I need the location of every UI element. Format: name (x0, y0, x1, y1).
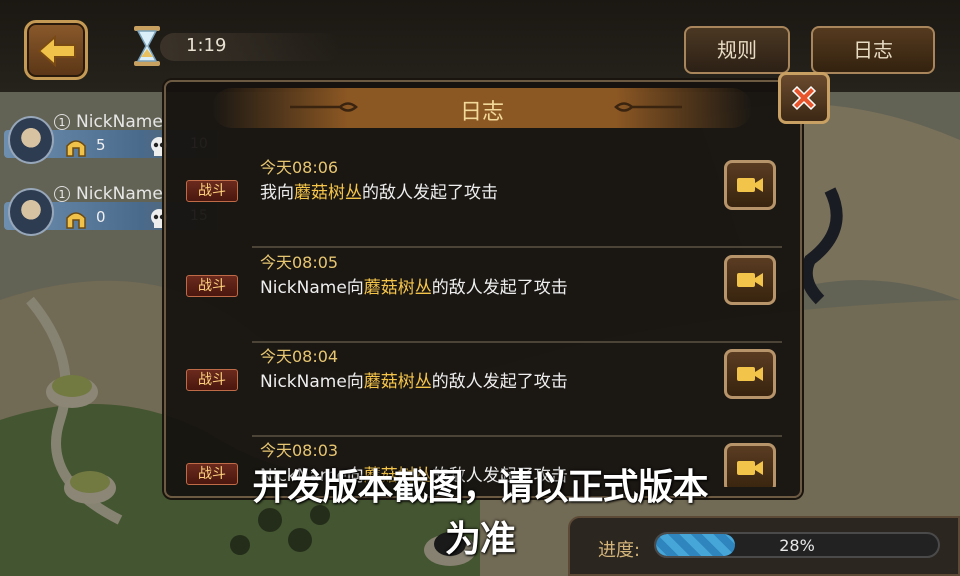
player-name: NickName (76, 184, 163, 204)
message-actor: NickName向 (260, 372, 364, 392)
player-stat-value: 5 (96, 136, 106, 154)
video-camera-icon (737, 273, 763, 287)
log-entry-message: 我向蘑菇树丛的敌人发起了攻击 (260, 178, 498, 203)
replay-button[interactable] (724, 349, 776, 399)
log-entry-message: NickName向蘑菇树丛的敌人发起了攻击 (260, 273, 568, 298)
player-name: NickName (76, 112, 163, 132)
message-action: 的敌人发起了攻击 (362, 183, 498, 203)
log-entry: 今天08:05 战斗 NickName向蘑菇树丛的敌人发起了攻击 (180, 249, 782, 343)
log-entry-time: 今天08:04 (260, 347, 339, 366)
log-button[interactable]: 日志 (811, 26, 935, 74)
message-actor: NickName向 (260, 278, 364, 298)
log-entry-message: NickName向蘑菇树丛的敌人发起了攻击 (260, 367, 568, 392)
log-entry: 今天08:04 战斗 NickName向蘑菇树丛的敌人发起了攻击 (180, 343, 782, 437)
video-camera-icon (737, 178, 763, 192)
back-arrow-icon (37, 34, 76, 68)
timer-text: 1:19 (186, 35, 227, 56)
player-stat-value: 0 (96, 208, 106, 226)
battle-tag: 战斗 (186, 180, 238, 202)
video-camera-icon (737, 461, 763, 475)
replay-button[interactable] (724, 443, 776, 487)
rules-button[interactable]: 规则 (684, 26, 790, 74)
dialog-title: 日志 (459, 100, 504, 125)
close-icon (791, 85, 817, 111)
message-actor: 我向 (260, 183, 294, 203)
player-level-badge: 1 (54, 186, 70, 202)
message-place: 蘑菇树丛 (363, 372, 432, 392)
log-entry-time: 今天08:05 (260, 253, 339, 272)
hourglass-icon (134, 26, 160, 66)
log-entry-time: 今天08:06 (260, 158, 339, 177)
battle-tag: 战斗 (186, 369, 238, 391)
replay-button[interactable] (724, 255, 776, 305)
replay-button[interactable] (724, 160, 776, 210)
helmet-icon (66, 212, 86, 229)
message-place: 蘑菇树丛 (294, 183, 362, 203)
battle-tag: 战斗 (186, 275, 238, 297)
battle-tag: 战斗 (186, 463, 238, 485)
avatar (8, 188, 54, 236)
message-place: 蘑菇树丛 (363, 278, 432, 298)
close-button[interactable] (778, 72, 830, 124)
message-action: 的敌人发起了攻击 (431, 278, 568, 298)
helmet-icon (66, 140, 86, 157)
watermark-text: 开发版本截图，请以正式版本为准 (252, 467, 708, 560)
divider (252, 246, 782, 248)
message-action: 的敌人发起了攻击 (431, 372, 568, 392)
back-button[interactable] (24, 20, 88, 80)
avatar (8, 116, 54, 164)
player-level-badge: 1 (54, 114, 70, 130)
video-camera-icon (737, 367, 763, 381)
log-entry: 今天08:06 战斗 我向蘑菇树丛的敌人发起了攻击 (180, 154, 782, 248)
